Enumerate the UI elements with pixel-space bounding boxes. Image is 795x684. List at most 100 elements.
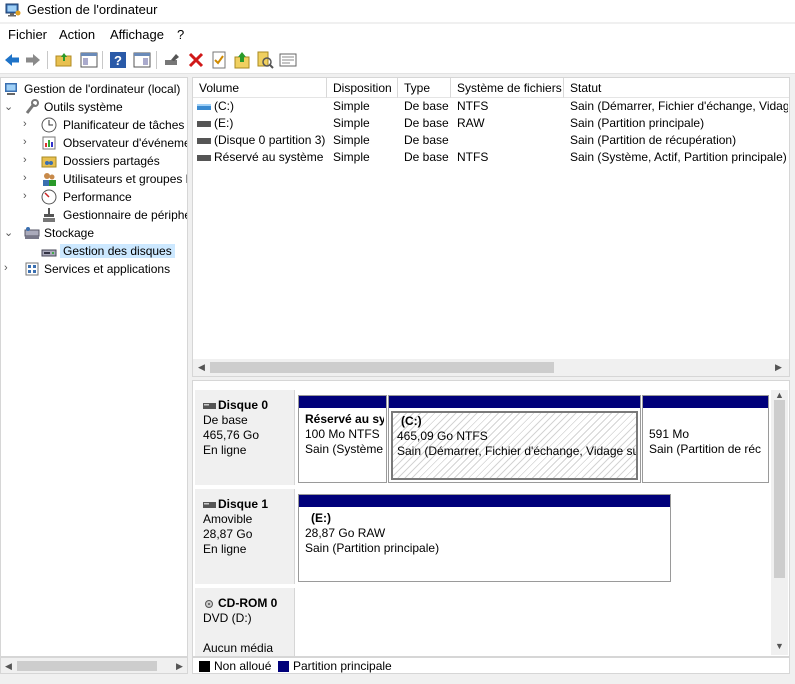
filesystem-cell: NTFS bbox=[457, 99, 489, 113]
cdrom-media: Aucun média bbox=[203, 641, 274, 655]
legend-unallocated: Non alloué bbox=[214, 659, 272, 673]
scroll-up-icon[interactable]: ▲ bbox=[775, 390, 784, 400]
partition-recovery[interactable]: 591 Mo Sain (Partition de réc bbox=[642, 395, 769, 483]
menu-fichier[interactable]: Fichier bbox=[8, 27, 47, 42]
tree-node-local-users[interactable]: › Utilisateurs et groupes l bbox=[23, 170, 188, 188]
chevron-right-icon[interactable]: › bbox=[23, 136, 33, 150]
menu-affichage[interactable]: Affichage bbox=[110, 27, 164, 42]
chevron-right-icon[interactable]: › bbox=[4, 262, 14, 276]
show-hide-action-pane-icon[interactable] bbox=[133, 51, 151, 69]
partition-header-bar bbox=[299, 396, 386, 408]
tree-label: Outils système bbox=[44, 100, 123, 114]
chevron-down-icon[interactable]: ⌄ bbox=[4, 100, 14, 114]
disk-vertical-scrollbar[interactable]: ▲ ▼ bbox=[771, 390, 788, 655]
tree-node-system-tools[interactable]: ⌄ Outils système bbox=[4, 98, 187, 116]
menu-help[interactable]: ? bbox=[177, 27, 184, 42]
disk-icon bbox=[203, 402, 216, 409]
column-header-filesystem[interactable]: Système de fichiers bbox=[451, 78, 564, 98]
scroll-down-icon[interactable]: ▼ bbox=[775, 641, 784, 651]
disk-type: Amovible bbox=[203, 512, 253, 526]
tree-label: Stockage bbox=[44, 226, 95, 240]
filesystem-cell: NTFS bbox=[457, 150, 489, 164]
legend-primary: Partition principale bbox=[293, 659, 392, 673]
search-icon[interactable] bbox=[256, 51, 274, 69]
disk-size: 28,87 Go bbox=[203, 527, 253, 541]
status-cell: Sain (Partition de récupération) bbox=[570, 133, 737, 147]
help-icon[interactable]: ? bbox=[109, 51, 127, 69]
scroll-right-icon[interactable]: ▶ bbox=[176, 661, 183, 672]
shared-folder-icon bbox=[41, 156, 57, 168]
partition-header-bar bbox=[389, 396, 640, 408]
properties-icon[interactable] bbox=[210, 51, 228, 69]
menu-action[interactable]: Action bbox=[59, 27, 95, 42]
chevron-right-icon[interactable]: › bbox=[23, 190, 33, 204]
column-header-volume[interactable]: Volume bbox=[193, 78, 327, 98]
type-cell: De base bbox=[404, 99, 449, 113]
toolbar-separator bbox=[102, 51, 103, 69]
tree-node-root[interactable]: Gestion de l'ordinateur (local) bbox=[4, 80, 187, 98]
table-row[interactable]: (E:) Simple De base RAW Sain (Partition … bbox=[193, 115, 789, 132]
back-arrow-icon[interactable] bbox=[3, 51, 21, 69]
tree-node-event-viewer[interactable]: › Observateur d'événeme bbox=[23, 134, 187, 152]
disk-size: 465,76 Go bbox=[203, 428, 260, 442]
tree-node-disk-management[interactable]: Gestion des disques bbox=[23, 242, 187, 260]
scrollbar-thumb[interactable] bbox=[210, 362, 554, 373]
scrollbar-thumb[interactable] bbox=[17, 661, 157, 671]
partition-system-reserved[interactable]: Réservé au sy 100 Mo NTFS Sain (Système, bbox=[298, 395, 387, 483]
list-icon[interactable] bbox=[279, 51, 297, 69]
chevron-down-icon[interactable]: ⌄ bbox=[4, 226, 14, 240]
type-cell: De base bbox=[404, 133, 449, 147]
disk-0-label[interactable]: Disque 0 De base 465,76 Go En ligne bbox=[195, 390, 295, 485]
delete-icon[interactable] bbox=[187, 51, 205, 69]
tree-node-device-manager[interactable]: Gestionnaire de périphé bbox=[23, 206, 187, 224]
volume-cell: (C:) bbox=[197, 99, 325, 113]
forward-arrow-icon[interactable] bbox=[24, 51, 42, 69]
column-header-type[interactable]: Type bbox=[398, 78, 451, 98]
table-row[interactable]: (Disque 0 partition 3) Simple De base Sa… bbox=[193, 132, 789, 149]
tree-label: Services et applications bbox=[44, 262, 171, 276]
toolbar-separator bbox=[156, 51, 157, 69]
up-folder-icon[interactable] bbox=[55, 51, 73, 69]
tree-node-task-scheduler[interactable]: › Planificateur de tâches bbox=[23, 116, 187, 134]
tree-node-storage[interactable]: ⌄ Stockage bbox=[4, 224, 187, 242]
filesystem-cell: RAW bbox=[457, 116, 485, 130]
column-header-disposition[interactable]: Disposition bbox=[327, 78, 398, 98]
disk-1-label[interactable]: Disque 1 Amovible 28,87 Go En ligne bbox=[195, 489, 295, 584]
scrollbar-thumb[interactable] bbox=[774, 400, 785, 578]
cdrom-0-label[interactable]: CD-ROM 0 DVD (D:) Aucun média bbox=[195, 588, 295, 656]
disk-map: Disque 0 De base 465,76 Go En ligne Rése… bbox=[192, 380, 790, 657]
scroll-left-icon[interactable]: ◀ bbox=[198, 362, 205, 373]
tree-label: Utilisateurs et groupes l bbox=[63, 172, 188, 186]
scroll-right-icon[interactable]: ▶ bbox=[775, 362, 782, 373]
disposition-cell: Simple bbox=[333, 116, 370, 130]
show-hide-tree-icon[interactable] bbox=[80, 51, 98, 69]
chevron-right-icon[interactable]: › bbox=[23, 118, 33, 132]
scroll-left-icon[interactable]: ◀ bbox=[5, 661, 12, 672]
partition-header-bar bbox=[299, 495, 670, 507]
cdrom-type: DVD (D:) bbox=[203, 611, 252, 625]
volume-icon bbox=[197, 137, 211, 144]
partition-c[interactable]: (C:) 465,09 Go NTFS Sain (Démarrer, Fich… bbox=[388, 395, 641, 483]
primary-partition-swatch bbox=[278, 661, 289, 672]
export-icon[interactable] bbox=[233, 51, 251, 69]
status-cell: Sain (Démarrer, Fichier d'échange, Vidag… bbox=[570, 99, 788, 113]
tree-node-shared-folders[interactable]: › Dossiers partagés bbox=[23, 152, 187, 170]
event-viewer-icon bbox=[42, 136, 56, 150]
table-row[interactable]: Réservé au système Simple De base NTFS S… bbox=[193, 149, 789, 166]
window-title: Gestion de l'ordinateur bbox=[27, 2, 158, 17]
tree-horizontal-scrollbar[interactable]: ◀ ▶ bbox=[0, 657, 188, 674]
volume-horizontal-scrollbar[interactable]: ◀ ▶ bbox=[193, 359, 789, 376]
chevron-right-icon[interactable]: › bbox=[23, 172, 33, 186]
partition-header-bar bbox=[643, 396, 768, 408]
disposition-cell: Simple bbox=[333, 133, 370, 147]
partition-e[interactable]: (E:) 28,87 Go RAW Sain (Partition princi… bbox=[298, 494, 671, 582]
table-row[interactable]: (C:) Simple De base NTFS Sain (Démarrer,… bbox=[193, 98, 789, 115]
chevron-right-icon[interactable]: › bbox=[23, 154, 33, 168]
column-header-status[interactable]: Statut bbox=[564, 78, 789, 98]
tree-node-performance[interactable]: › Performance bbox=[23, 188, 187, 206]
tree-node-services[interactable]: › Services et applications bbox=[4, 260, 187, 278]
volume-cell: (Disque 0 partition 3) bbox=[197, 133, 325, 147]
menu-bar: Fichier Action Affichage ? bbox=[0, 24, 795, 46]
connect-icon[interactable] bbox=[163, 51, 181, 69]
toolbar-separator bbox=[47, 51, 48, 69]
